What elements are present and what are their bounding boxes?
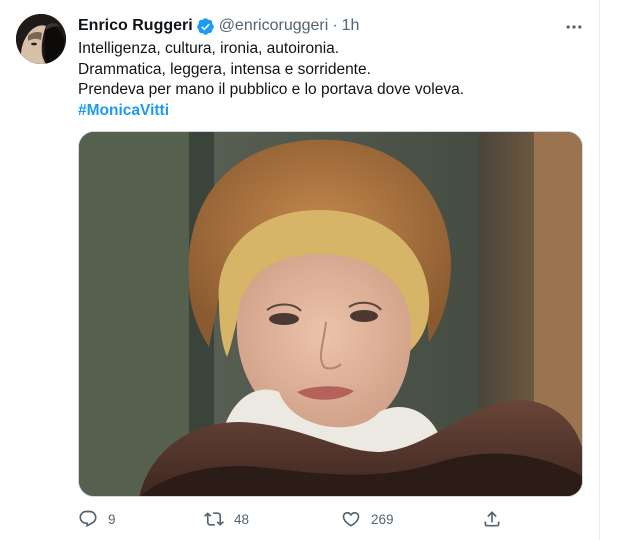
tweet-text-line: Intelligenza, cultura, ironia, autoironi… — [78, 40, 340, 57]
retweet-icon — [204, 512, 224, 526]
action-bar: 9 48 269 — [78, 506, 518, 532]
heart-icon — [342, 511, 360, 527]
tweet-text-line: Drammatica, leggera, intensa e sorrident… — [78, 60, 371, 78]
tweet-text: Intelligenza, cultura, ironia, autoironi… — [78, 39, 578, 121]
verified-badge-icon — [196, 17, 215, 36]
reply-count: 9 — [108, 511, 116, 527]
tweet-header: Enrico Ruggeri @enricoruggeri · 1h — [78, 15, 359, 37]
handle[interactable]: @enricoruggeri — [219, 17, 329, 35]
reply-icon — [79, 510, 97, 528]
tweet[interactable]: Enrico Ruggeri @enricoruggeri · 1h Intel… — [0, 0, 600, 540]
share-button[interactable] — [482, 506, 502, 532]
portrait-photo — [79, 132, 582, 496]
reply-button[interactable]: 9 — [78, 506, 116, 532]
hashtag-link[interactable]: #MonicaVitti — [78, 101, 578, 122]
tweet-photo[interactable] — [78, 131, 583, 497]
like-button[interactable]: 269 — [341, 506, 394, 532]
display-name[interactable]: Enrico Ruggeri — [78, 17, 193, 35]
retweet-count: 48 — [234, 511, 250, 527]
more-dots-icon — [566, 25, 582, 29]
like-count: 269 — [371, 511, 394, 527]
avatar[interactable] — [16, 14, 66, 64]
retweet-button[interactable]: 48 — [204, 506, 249, 532]
tweet-text-line: Prendeva per mano il pubblico e lo porta… — [78, 81, 465, 99]
separator-dot: · — [332, 17, 338, 34]
more-options-button[interactable] — [561, 14, 587, 40]
share-icon — [484, 511, 500, 527]
timestamp[interactable]: 1h — [342, 17, 360, 35]
